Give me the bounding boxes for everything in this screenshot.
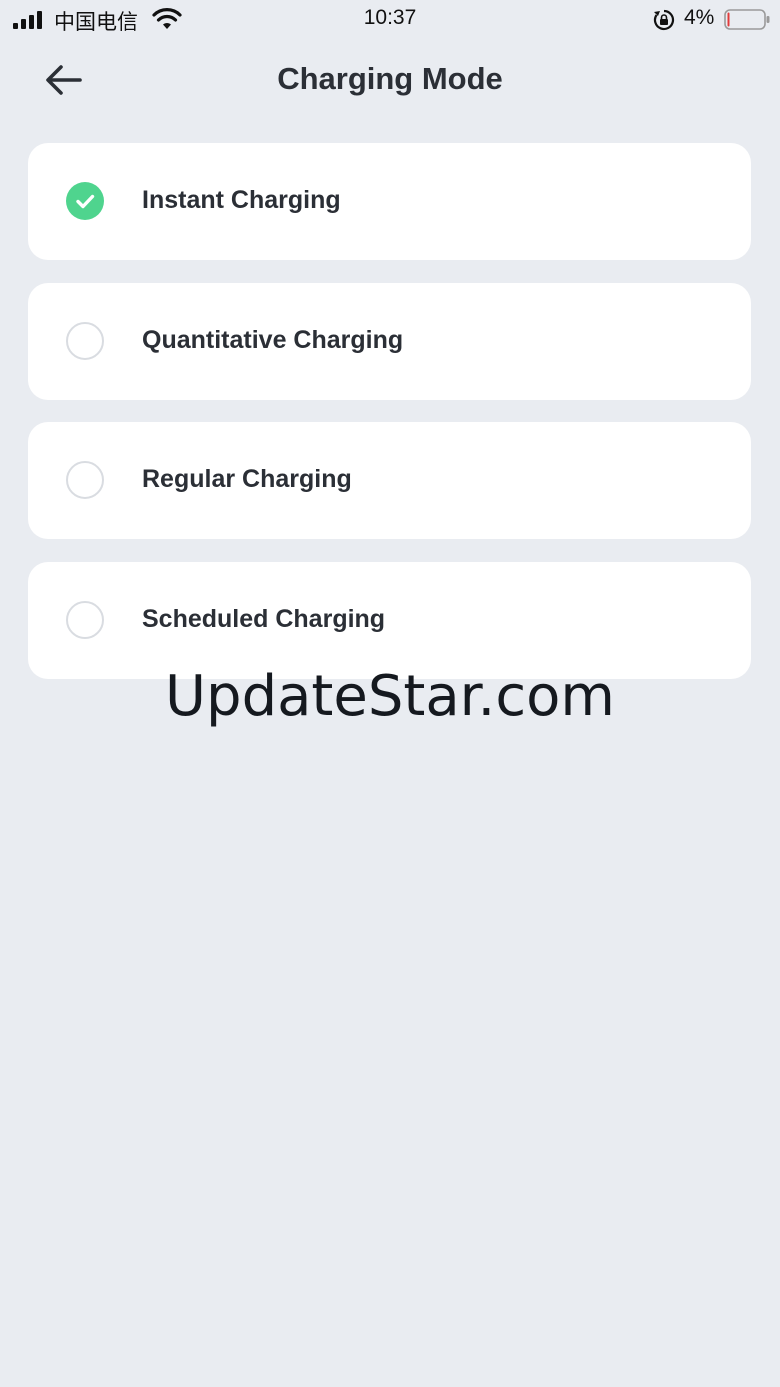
- rotation-lock-icon: [653, 9, 675, 31]
- option-instant-charging[interactable]: Instant Charging: [28, 143, 751, 260]
- checked-radio-icon[interactable]: [66, 182, 104, 220]
- radio-icon[interactable]: [66, 322, 104, 360]
- option-quantitative-charging[interactable]: Quantitative Charging: [28, 283, 751, 400]
- watermark-text: UpdateStar.com: [165, 664, 615, 729]
- option-label: Regular Charging: [142, 465, 352, 493]
- page-title: Charging Mode: [277, 61, 503, 96]
- option-scheduled-charging[interactable]: Scheduled Charging: [28, 562, 751, 679]
- battery-icon: [724, 9, 770, 30]
- radio-icon[interactable]: [66, 461, 104, 499]
- option-label: Scheduled Charging: [142, 605, 386, 633]
- battery-percentage: 4%: [684, 6, 715, 29]
- option-regular-charging[interactable]: Regular Charging: [28, 422, 751, 539]
- radio-icon[interactable]: [66, 601, 104, 639]
- option-label: Quantitative Charging: [142, 326, 404, 354]
- status-bar: 中国电信 10:37 4%: [0, 0, 780, 40]
- option-label: Instant Charging: [142, 186, 341, 214]
